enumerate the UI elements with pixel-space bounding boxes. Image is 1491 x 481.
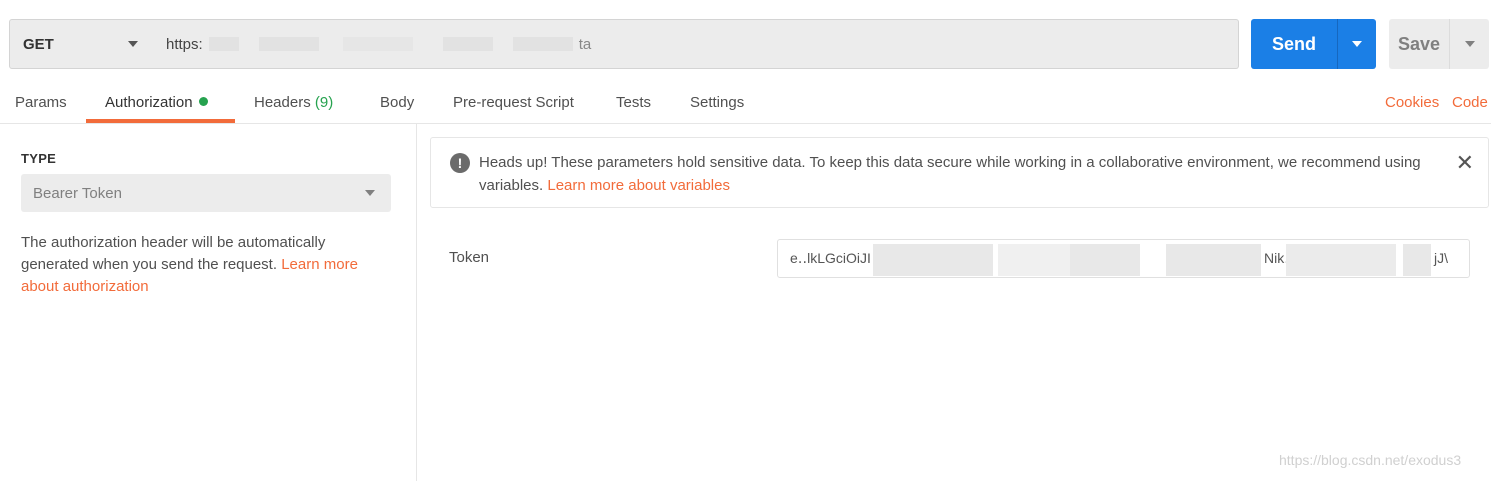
request-tabs: Params Authorization Headers (9) Body Pr… (0, 82, 1491, 124)
url-redacted (258, 37, 319, 51)
auth-description: The authorization header will be automat… (21, 232, 396, 298)
type-label: TYPE (21, 151, 57, 166)
token-redacted (1070, 244, 1140, 276)
cookies-link[interactable]: Cookies (1385, 94, 1439, 111)
tab-headers-label: Headers (254, 94, 311, 111)
method-value: GET (23, 35, 54, 53)
url-redacted (342, 37, 413, 51)
send-label: Send (1271, 33, 1316, 54)
chevron-down-icon (128, 41, 138, 47)
token-value-head: e‥lkLGciOiJI (790, 250, 871, 266)
url-redacted (442, 37, 493, 51)
token-label: Token (449, 249, 490, 266)
save-button[interactable]: Save (1389, 19, 1489, 69)
token-redacted (1286, 244, 1396, 276)
chevron-down-icon (1352, 41, 1362, 47)
token-input[interactable]: e‥lkLGciOiJI Nik‥OFFBi jJ\ (777, 239, 1470, 278)
active-tab-indicator (86, 119, 235, 123)
url-redacted (208, 37, 239, 51)
status-dot-icon (198, 97, 208, 106)
headers-count: (9) (314, 94, 334, 111)
method-select[interactable]: GET (9, 19, 153, 69)
tab-settings[interactable]: Settings (690, 94, 744, 111)
tab-headers[interactable]: Headers (9) (254, 94, 333, 111)
code-link[interactable]: Code (1452, 94, 1488, 111)
chevron-down-icon (365, 190, 375, 196)
url-tail: ta (578, 35, 592, 53)
auth-type-panel: TYPE Bearer Token The authorization head… (0, 124, 417, 481)
tab-params[interactable]: Params (15, 94, 67, 111)
token-value-tail: jJ\ (1434, 250, 1448, 266)
token-redacted (1403, 244, 1431, 276)
url-text: https: (166, 35, 203, 53)
close-icon[interactable]: ✕ (1456, 152, 1474, 174)
learn-more-variables-link[interactable]: Learn more about variables (547, 177, 730, 194)
chevron-down-icon (1464, 41, 1475, 47)
auth-type-value: Bearer Token (33, 184, 122, 202)
url-input[interactable]: https: ta (152, 19, 1239, 69)
url-redacted (512, 37, 573, 51)
auth-description-text: The authorization header will be automat… (21, 234, 326, 273)
save-label: Save (1397, 33, 1441, 54)
send-button[interactable]: Send (1251, 19, 1376, 69)
token-redacted (873, 244, 993, 276)
alert-message: Heads up! These parameters hold sensitiv… (479, 151, 1439, 197)
tab-prerequest-script[interactable]: Pre-request Script (453, 94, 574, 111)
auth-type-select[interactable]: Bearer Token (21, 174, 391, 212)
token-redacted (1166, 244, 1261, 276)
watermark-text: https://blog.csdn.net/exodus3 (1279, 452, 1462, 468)
tab-tests[interactable]: Tests (616, 94, 651, 111)
tab-authorization-label: Authorization (105, 94, 193, 111)
save-options-button[interactable] (1450, 41, 1489, 47)
send-options-button[interactable] (1338, 41, 1376, 47)
tab-authorization[interactable]: Authorization (105, 94, 208, 111)
tab-body[interactable]: Body (380, 94, 414, 111)
sensitive-data-alert: ! Heads up! These parameters hold sensit… (430, 137, 1489, 208)
exclamation-icon: ! (450, 153, 470, 173)
